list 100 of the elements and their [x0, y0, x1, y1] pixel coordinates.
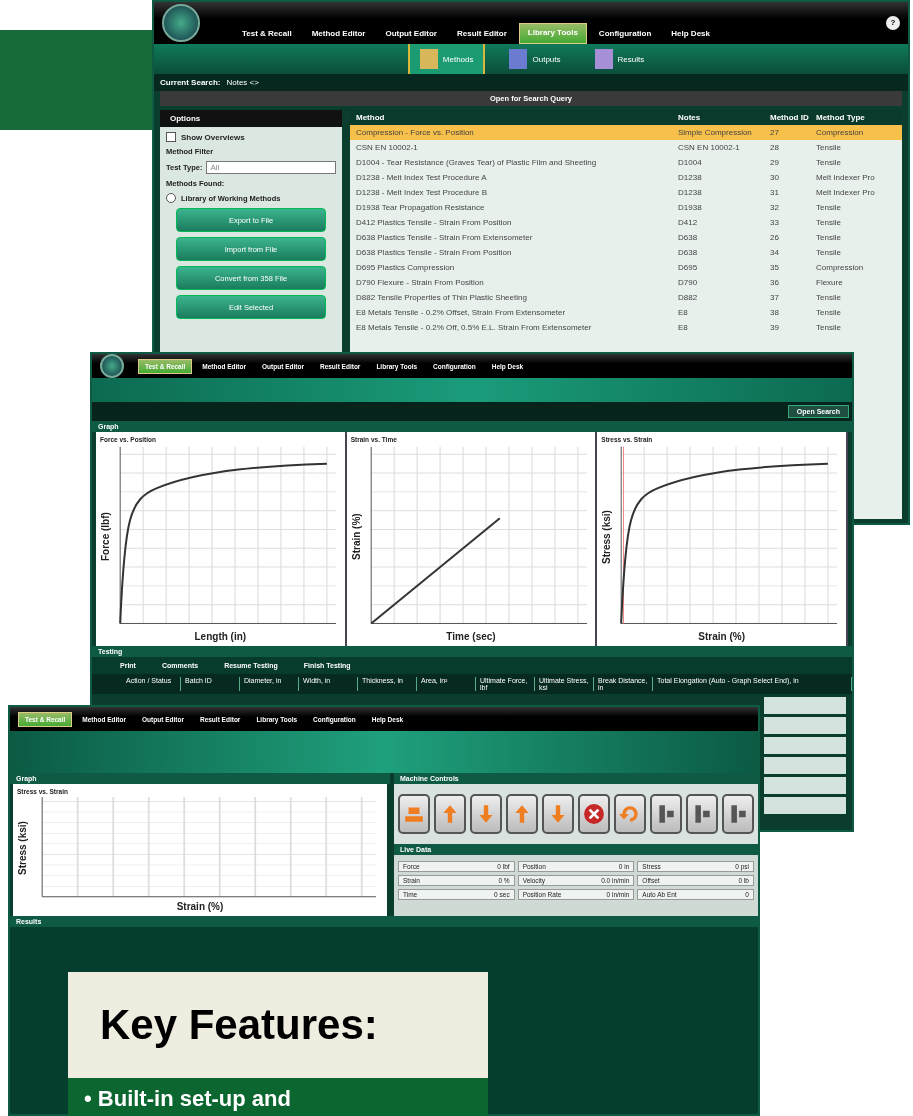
help-icon[interactable]: ?	[886, 16, 900, 30]
nav-tab[interactable]: Result Editor	[449, 25, 515, 44]
sub-tab[interactable]: Outputs	[499, 44, 571, 74]
machine-button[interactable]	[614, 794, 646, 834]
table-cell-text: 39	[770, 323, 780, 332]
sub-tab[interactable]: Methods	[407, 44, 486, 74]
table-cell-text: D1238	[678, 173, 703, 182]
nav-tab[interactable]: Configuration	[590, 25, 660, 44]
table-cell-text: E8 Metals Tensile - 0.2% Offset, Strain From Extensometer	[356, 308, 567, 317]
table-row[interactable]: D695 Plastics Compression D695 35 Compression	[350, 260, 902, 275]
table-row[interactable]: D790 Flexure - Strain From Position D790 36 Flexure	[350, 275, 902, 290]
table-row[interactable]: D1238 - Melt Index Test Procedure A D1238 30 Melt Indexer Pro	[350, 170, 902, 185]
column-header[interactable]: Method ID	[770, 113, 816, 122]
table-cell-text: D638 Plastics Tensile - Strain From Extensometer	[356, 233, 534, 242]
axis-label: Strain (%)	[350, 512, 362, 563]
machine-button[interactable]	[578, 794, 610, 834]
table-cell-text: Tensile	[816, 308, 842, 317]
logo-icon[interactable]	[100, 354, 124, 378]
table-cell-text: 29	[770, 158, 780, 167]
table-cell-text: E8 Metals Tensile - 0.2% Off, 0.5% E.L. Strain From Extensometer	[356, 323, 593, 332]
table-row[interactable]: D638 Plastics Tensile - Strain From Extensometer D638 26 Tensile	[350, 230, 902, 245]
table-cell-text: D638 Plastics Tensile - Strain From Position	[356, 248, 513, 257]
nav-tab[interactable]: Method Editor	[303, 25, 374, 44]
table-cell-text: D790	[678, 278, 699, 287]
radio-button[interactable]	[166, 193, 176, 203]
table-cell-text: Flexure	[816, 278, 844, 287]
checkbox-label: Show Overviews	[181, 132, 245, 142]
machine-button[interactable]	[722, 794, 754, 834]
search-label: Current Search:	[160, 78, 221, 87]
table-cell-text: Tensile	[816, 158, 842, 167]
machine-button[interactable]	[398, 794, 430, 834]
table-cell-text: 34	[770, 248, 780, 257]
table-cell-text: Tensile	[816, 323, 842, 332]
table-cell-text: 37	[770, 293, 780, 302]
panel-title: Options	[160, 110, 342, 127]
table-cell-text: 35	[770, 263, 780, 272]
return-icon	[619, 803, 641, 825]
table-row[interactable]: Compression - Force vs. Position Simple Compression 27 Compression	[350, 125, 902, 140]
table-row[interactable]: D1938 Tear Propagation Resistance D1938 32 Tensile	[350, 200, 902, 215]
table-row[interactable]: D412 Plastics Tensile - Strain From Position D412 33 Tensile	[350, 215, 902, 230]
table-row[interactable]: CSN EN 10002-1 CSN EN 10002-1 28 Tensile	[350, 140, 902, 155]
table-cell-text: D1004 - Tear Resistance (Graves Tear) of Plastic Film and Sheeting	[356, 158, 598, 167]
table-cell-text: D638	[678, 248, 699, 257]
stop-icon	[583, 803, 605, 825]
table-row[interactable]: E8 Metals Tensile - 0.2% Off, 0.5% E.L. Strain From Extensometer E8 39 Tensile	[350, 320, 902, 335]
sub-tab[interactable]: Results	[584, 44, 655, 74]
column-header[interactable]: Notes	[678, 113, 770, 122]
nav-tab[interactable]: Help Desk	[663, 25, 718, 44]
table-cell-text: Tensile	[816, 203, 842, 212]
machine-button[interactable]	[686, 794, 718, 834]
table-cell-text: Melt Indexer Pro	[816, 188, 876, 197]
table-cell-text: CSN EN 10002-1	[678, 143, 741, 152]
table-cell-text: D1238 - Melt Index Test Procedure A	[356, 173, 488, 182]
machine-button[interactable]	[650, 794, 682, 834]
nav-tab[interactable]: Output Editor	[377, 25, 445, 44]
column-header[interactable]: Method	[356, 113, 678, 122]
table-cell-text: D1238 - Melt Index Test Procedure B	[356, 188, 489, 197]
axis-label: Strain (%)	[697, 631, 746, 642]
table-cell-text: Melt Indexer Pro	[816, 173, 876, 182]
checkbox[interactable]	[166, 132, 176, 142]
table-cell-text: E8	[678, 323, 689, 332]
table-cell-text: Tensile	[816, 293, 842, 302]
table-cell-text: Simple Compression	[678, 128, 753, 137]
machine-button[interactable]	[506, 794, 538, 834]
table-cell-text: Tensile	[816, 143, 842, 152]
table-cell-text: D638	[678, 233, 699, 242]
test-type-dropdown[interactable]: All	[206, 161, 336, 174]
table-row[interactable]: D1004 - Tear Resistance (Graves Tear) of Plastic Film and Sheeting D1004 29 Tensile	[350, 155, 902, 170]
table-cell-text: 32	[770, 203, 780, 212]
table-row[interactable]: E8 Metals Tensile - 0.2% Offset, Strain From Extensometer E8 38 Tensile	[350, 305, 902, 320]
table-cell-text: D882	[678, 293, 699, 302]
machine-button[interactable]	[434, 794, 466, 834]
table-cell-text: Tensile	[816, 218, 842, 227]
table-cell-text: D882 Tensile Properties of Thin Plastic Sheeting	[356, 293, 528, 302]
logo-icon[interactable]	[162, 4, 200, 42]
table-cell-text: 26	[770, 233, 780, 242]
search-value: Notes <>	[226, 78, 259, 87]
table-row[interactable]: D638 Plastics Tensile - Strain From Position D638 34 Tensile	[350, 245, 902, 260]
table-cell-text: Tensile	[816, 248, 842, 257]
axis-label: Stress (ksi)	[17, 820, 28, 877]
table-cell-text: D790 Flexure - Strain From Position	[356, 278, 485, 287]
heading: Key Features:	[100, 1001, 378, 1049]
feature-item: • Built-in set-up and	[84, 1086, 292, 1112]
table-cell-text: Tensile	[816, 233, 842, 242]
table-cell-text: Compression	[816, 128, 865, 137]
table-row[interactable]: D882 Tensile Properties of Thin Plastic Sheeting D882 37 Tensile	[350, 290, 902, 305]
table-cell-text: D1938 Tear Propagation Resistance	[356, 203, 486, 212]
axis-label: Stress (ksi)	[601, 509, 613, 566]
axis-label: Time (sec)	[445, 631, 497, 642]
nav-tab[interactable]: Test & Recall	[234, 25, 300, 44]
table-cell-text: 28	[770, 143, 780, 152]
table-cell-text: D695 Plastics Compression	[356, 263, 456, 272]
table-cell-text: D1938	[678, 203, 703, 212]
table-cell-text: 31	[770, 188, 780, 197]
machine-button[interactable]	[470, 794, 502, 834]
column-header[interactable]: Method Type	[816, 113, 896, 122]
axis-label: Force (lbf)	[100, 511, 111, 564]
machine-button[interactable]	[542, 794, 574, 834]
table-row[interactable]: D1238 - Melt Index Test Procedure B D1238 31 Melt Indexer Pro	[350, 185, 902, 200]
table-cell-text: CSN EN 10002-1	[356, 143, 419, 152]
